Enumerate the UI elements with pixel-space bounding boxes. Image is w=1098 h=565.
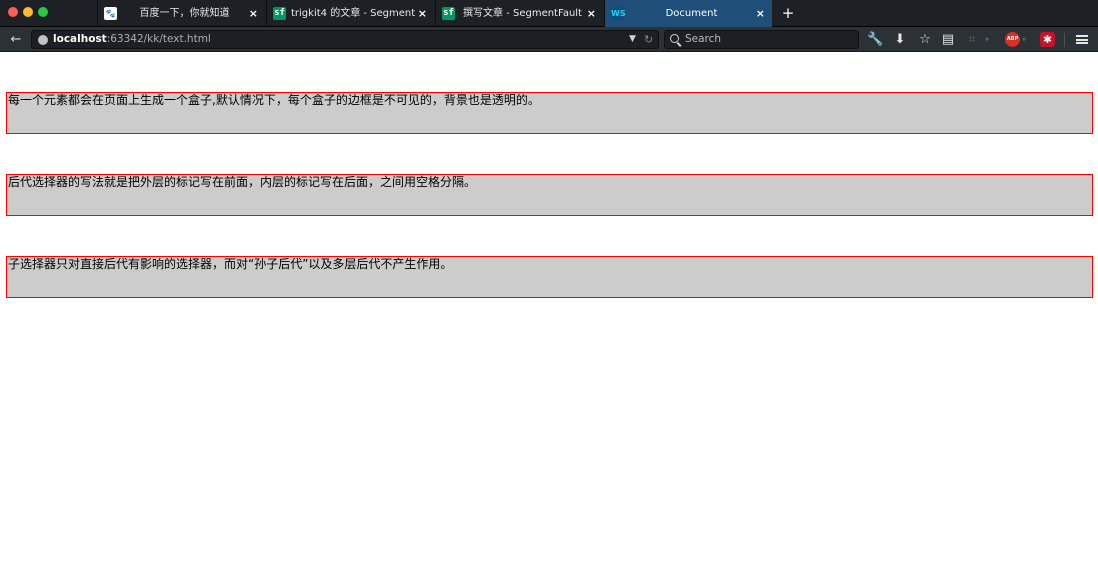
bookmark-star-icon[interactable]: ☆ <box>917 31 933 48</box>
paragraph-box: 后代选择器的写法就是把外层的标记写在前面，内层的标记写在后面，之间用空格分隔。 <box>6 174 1093 216</box>
url-dropdown-icon[interactable]: ▼ <box>629 31 636 48</box>
tab-title: 百度一下，你就知道 <box>139 8 230 19</box>
tab-title: trigkit4 的文章 - SegmentFault <box>291 8 416 19</box>
url-bar[interactable]: localhost:63342/kk/text.html ▼ ↻ <box>31 30 659 49</box>
window-minimize-button[interactable] <box>23 7 33 17</box>
chevron-down-icon[interactable]: ▾ <box>1019 31 1029 48</box>
toolbar-divider <box>1064 33 1065 47</box>
wrench-icon[interactable]: 🔧 <box>867 31 883 48</box>
tab-document[interactable]: WS Document × <box>604 0 772 27</box>
crop-icon[interactable]: ⌗ <box>964 31 980 48</box>
search-placeholder: Search <box>685 33 722 45</box>
paragraph-box: 子选择器只对直接后代有影响的选择器，而对“孙子后代”以及多层后代不产生作用。 <box>6 256 1093 298</box>
navigation-toolbar: ← localhost:63342/kk/text.html ▼ ↻ Searc… <box>0 27 1098 52</box>
window-close-button[interactable] <box>8 7 18 17</box>
paragraph-box: 每一个元素都会在页面上生成一个盒子,默认情况下，每个盒子的边框是不可见的，背景也… <box>6 92 1093 134</box>
sf-icon: sf <box>442 7 455 20</box>
url-text[interactable]: localhost:63342/kk/text.html <box>53 31 211 48</box>
tab-close-button[interactable]: × <box>756 0 765 27</box>
reading-list-icon[interactable]: ▤ <box>940 31 956 48</box>
tab-close-button[interactable]: × <box>418 0 427 27</box>
hamburger-menu-icon[interactable] <box>1076 35 1088 44</box>
site-globe-icon <box>38 35 48 45</box>
tab-trigkit4-articles[interactable]: sf trigkit4 的文章 - SegmentFault × <box>266 0 434 27</box>
sf-icon: sf <box>273 7 286 20</box>
search-bar[interactable]: Search <box>664 30 859 49</box>
adblock-icon[interactable]: ABP <box>1005 32 1020 47</box>
webstorm-icon: WS <box>611 7 626 20</box>
page-content: 每一个元素都会在页面上生成一个盒子,默认情况下，每个盒子的边框是不可见的，背景也… <box>0 53 1098 565</box>
tab-strip: 🐾 百度一下，你就知道 × sf trigkit4 的文章 - SegmentF… <box>0 0 1098 27</box>
baidu-paw-icon: 🐾 <box>104 7 117 20</box>
back-arrow-icon[interactable]: ← <box>6 31 26 48</box>
tab-close-button[interactable]: × <box>249 0 258 27</box>
search-icon <box>670 34 679 43</box>
url-host: localhost <box>53 33 107 45</box>
window-maximize-button[interactable] <box>38 7 48 17</box>
reload-icon[interactable]: ↻ <box>644 31 653 48</box>
tab-close-button[interactable]: × <box>587 0 596 27</box>
new-tab-button[interactable]: + <box>780 0 796 27</box>
chevron-down-icon[interactable]: ▾ <box>982 31 992 48</box>
tab-baidu[interactable]: 🐾 百度一下，你就知道 × <box>97 0 265 27</box>
download-icon[interactable]: ⬇ <box>892 31 908 48</box>
tab-title: Document <box>665 8 718 19</box>
tab-title: 撰写文章 - SegmentFault <box>463 8 582 19</box>
extension-icon[interactable]: ✱ <box>1040 32 1055 47</box>
tab-write-article[interactable]: sf 撰写文章 - SegmentFault × <box>435 0 603 27</box>
url-path: :63342/kk/text.html <box>106 33 211 45</box>
